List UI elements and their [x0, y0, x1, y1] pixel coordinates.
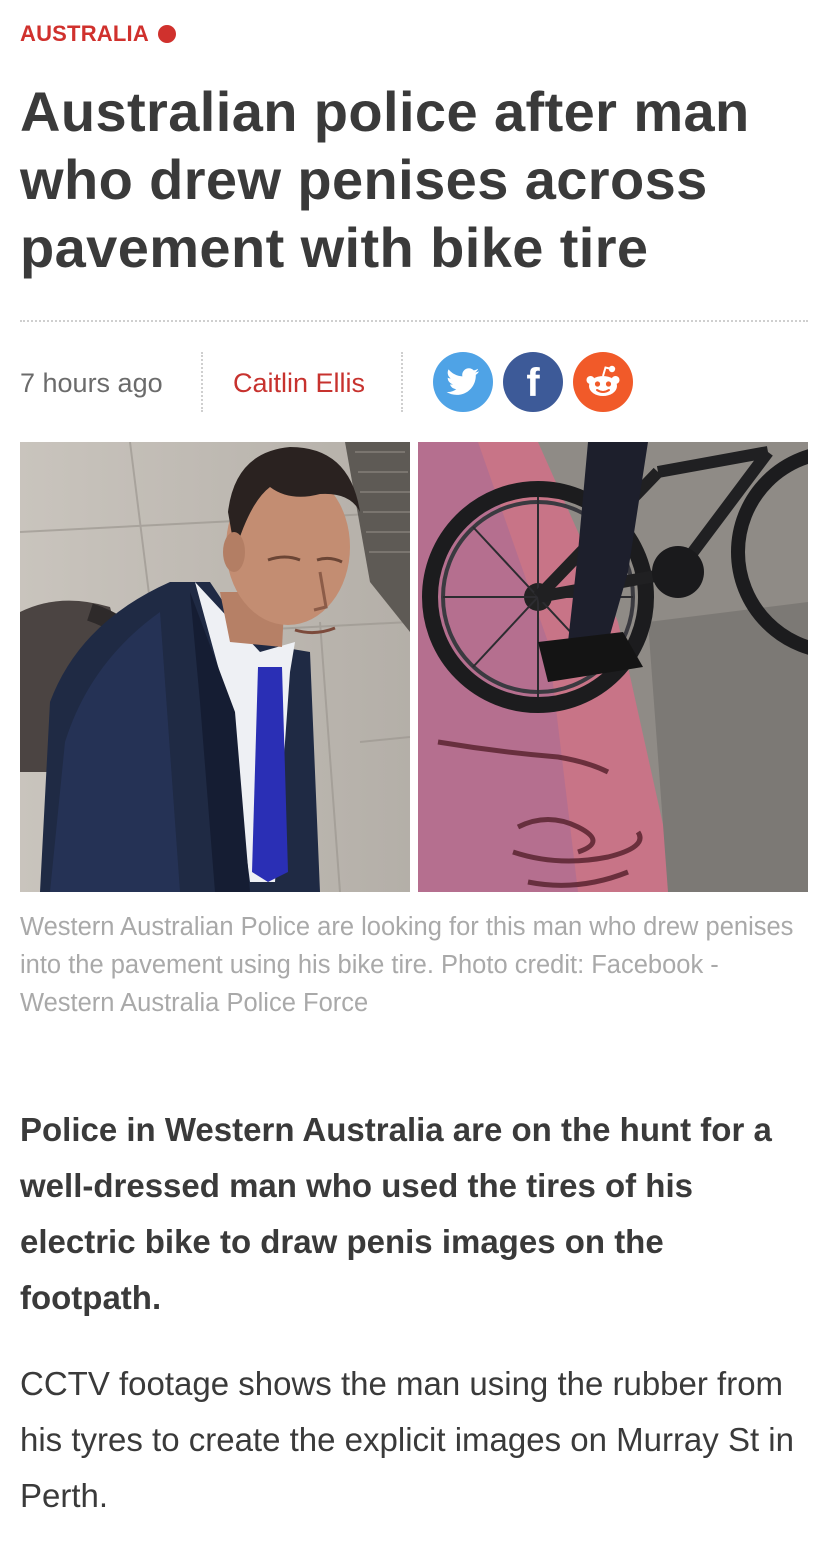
bike-tire-photo [418, 442, 808, 892]
share-facebook-button[interactable]: f [503, 352, 563, 412]
publish-time: 7 hours ago [20, 368, 163, 398]
share-twitter-button[interactable] [433, 352, 493, 412]
divider [20, 320, 808, 322]
live-dot-icon [157, 25, 176, 43]
divider [201, 352, 203, 412]
share-reddit-button[interactable] [573, 352, 633, 412]
article-page: AUSTRALIA Australian police after man wh… [0, 0, 828, 1550]
section-label[interactable]: AUSTRALIA [20, 21, 149, 47]
facebook-f-icon: f [526, 360, 540, 405]
article-headline: Australian police after man who drew pen… [20, 80, 750, 279]
section-tag[interactable]: AUSTRALIA [20, 20, 176, 48]
divider [401, 352, 403, 412]
twitter-bird-icon [446, 368, 480, 395]
article-lede: Police in Western Australia are on the h… [20, 1111, 772, 1316]
article-paragraph: CCTV footage shows the man using the rub… [20, 1365, 794, 1514]
image-caption: Western Australian Police are looking fo… [20, 913, 794, 1017]
reddit-alien-icon [586, 365, 620, 396]
suspect-photo [20, 442, 410, 892]
article-meta: 7 hours ago Caitlin Ellis f [20, 352, 808, 412]
author-link[interactable]: Caitlin Ellis [233, 368, 365, 399]
